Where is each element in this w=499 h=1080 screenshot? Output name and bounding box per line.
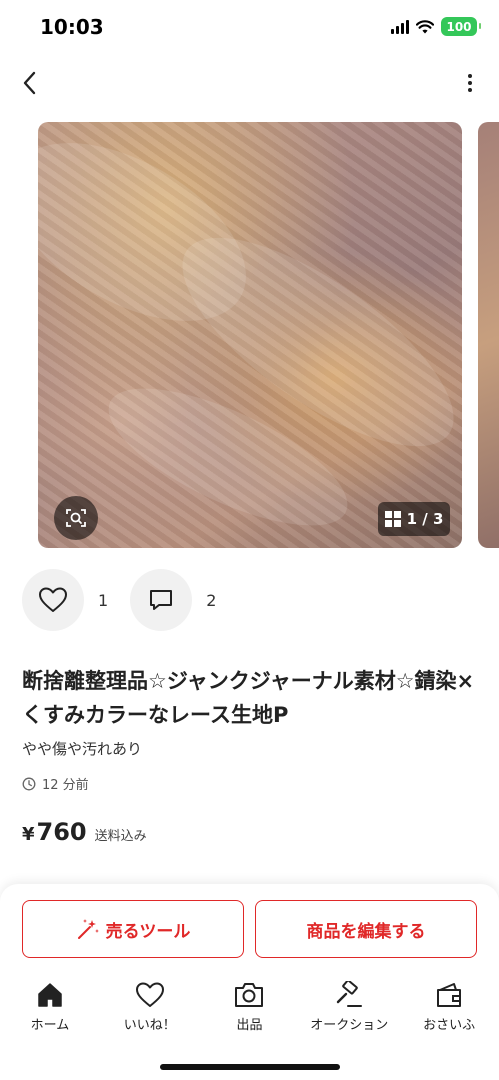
heart-icon xyxy=(39,587,67,612)
home-indicator xyxy=(160,1064,340,1070)
status-bar: 10:03 100 xyxy=(0,0,499,54)
image-search-icon xyxy=(66,509,86,527)
shipping-note: 送料込み xyxy=(94,829,147,844)
battery-icon: 100 xyxy=(441,17,481,36)
tab-sell[interactable]: 出品 xyxy=(200,980,300,1040)
like-button[interactable] xyxy=(22,569,84,631)
status-time: 10:03 xyxy=(40,15,104,39)
more-dot-icon xyxy=(468,88,472,92)
tab-home[interactable]: ホーム xyxy=(0,980,100,1040)
reactions-row: 1 2 xyxy=(22,569,238,631)
comment-icon xyxy=(150,590,173,610)
comment-button[interactable] xyxy=(130,569,193,631)
price-currency: ¥ xyxy=(22,824,35,845)
clock-icon xyxy=(22,777,36,790)
posted-time-text: 12 分前 xyxy=(42,778,89,793)
edit-item-button[interactable]: 商品を編集する xyxy=(255,900,477,958)
price-row: ¥ 760 送料込み xyxy=(22,818,147,846)
item-title: 断捨離整理品☆ジャンクジャーナル素材☆錆染×くすみカラーなレース生地P xyxy=(22,669,475,727)
tab-sell-label: 出品 xyxy=(236,1018,263,1033)
back-button[interactable] xyxy=(14,66,44,100)
tab-home-label: ホーム xyxy=(30,1018,70,1033)
item-condition: やや傷や汚れあり xyxy=(22,740,143,758)
gavel-icon xyxy=(337,981,363,1007)
more-dot-icon xyxy=(468,81,472,85)
wallet-icon xyxy=(437,983,462,1007)
more-dot-icon xyxy=(468,74,472,78)
price-value: 760 xyxy=(36,818,87,846)
sell-tool-label: 売るツール xyxy=(105,921,191,942)
chevron-left-icon xyxy=(23,71,36,95)
image-counter: 1 / 3 xyxy=(406,510,444,528)
battery-level: 100 xyxy=(446,19,472,34)
grid-icon xyxy=(384,511,401,527)
tab-likes[interactable]: いいね！ xyxy=(100,980,200,1040)
like-count: 1 xyxy=(98,590,109,610)
tab-likes-label: いいね！ xyxy=(123,1018,176,1033)
comment-count: 2 xyxy=(206,590,217,610)
image-search-button[interactable] xyxy=(54,496,98,540)
magic-wand-icon xyxy=(77,919,99,939)
tab-auction[interactable]: オークション xyxy=(299,980,399,1040)
posted-time: 12 分前 xyxy=(22,774,89,793)
next-product-photo[interactable] xyxy=(478,122,499,548)
wifi-icon xyxy=(416,19,434,33)
sell-tool-button[interactable]: 売るツール xyxy=(22,900,244,958)
image-carousel[interactable]: 1 / 3 xyxy=(0,122,499,548)
heart-icon xyxy=(135,982,164,1007)
signal-icon xyxy=(391,19,409,34)
camera-icon xyxy=(235,983,264,1007)
tab-auction-label: オークション xyxy=(310,1018,389,1033)
tab-wallet-label: おさいふ xyxy=(423,1018,476,1033)
product-photo[interactable] xyxy=(38,122,462,548)
tab-wallet[interactable]: おさいふ xyxy=(399,980,499,1040)
bottom-panel: 売るツール 商品を編集する ホーム いいね！ 出品 オークション おさいふ xyxy=(0,884,499,1080)
edit-item-label: 商品を編集する xyxy=(306,921,426,942)
home-icon xyxy=(38,983,62,1007)
status-icons: 100 xyxy=(391,17,481,36)
image-counter-button[interactable]: 1 / 3 xyxy=(378,502,450,536)
tab-bar: ホーム いいね！ 出品 オークション おさいふ xyxy=(0,980,499,1040)
more-options-button[interactable] xyxy=(463,66,477,100)
